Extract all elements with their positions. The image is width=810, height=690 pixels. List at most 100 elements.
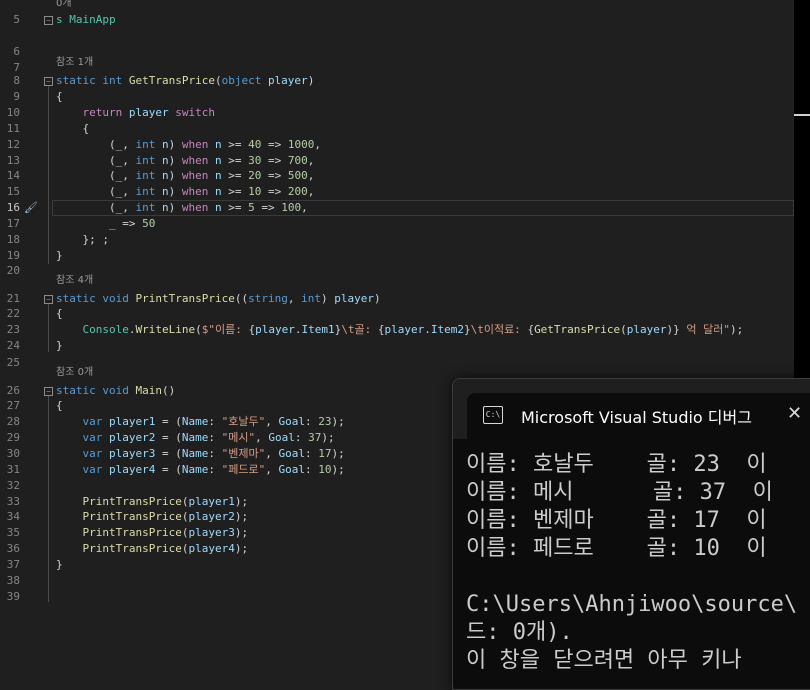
code-token: player3 xyxy=(188,526,235,539)
code-line[interactable]: 22 { xyxy=(0,306,810,322)
code-token: Name xyxy=(181,431,209,444)
code-line[interactable]: 19} xyxy=(0,248,810,264)
code-token: static xyxy=(56,384,103,397)
code-line[interactable]: 18 }; ; xyxy=(0,232,810,248)
code-token: PrintTransPrice xyxy=(82,495,182,508)
console-line: 이 창을 닫으려면 아무 키나 xyxy=(466,648,742,673)
line-number: 5 xyxy=(13,13,20,26)
code-token: "호날두" xyxy=(221,415,266,428)
code-token: 1000 xyxy=(287,138,315,151)
code-token: s MainApp xyxy=(56,13,116,26)
console-line: 이름: 메시 골: 37 이 xyxy=(466,480,773,505)
line-number: 10 xyxy=(6,106,20,119)
codelens-reference[interactable]: 참조 1개 xyxy=(56,57,93,69)
code-token: var xyxy=(82,431,109,444)
code-token: , xyxy=(265,447,279,460)
code-token: >= xyxy=(221,201,249,214)
code-line[interactable]: 23 Console.WriteLine($"이름: {player.Item1… xyxy=(0,322,810,338)
code-token: ); xyxy=(331,463,345,476)
line-number: 23 xyxy=(6,323,20,336)
code-line[interactable]: 14 (_, int n) when n >= 20 => 500, xyxy=(0,168,810,184)
code-line[interactable]: 17 _ => 50 xyxy=(0,216,810,232)
codelens-reference[interactable]: 참조 4개 xyxy=(56,275,93,287)
line-number: 15 xyxy=(6,185,20,198)
code-token: PrintTransPrice xyxy=(82,510,182,523)
code-token: 37 xyxy=(308,431,322,444)
code-token: Item2 xyxy=(430,323,464,336)
code-token: 200 xyxy=(287,185,308,198)
code-token: (_, xyxy=(56,138,136,151)
code-token: 억 달러" xyxy=(679,323,731,336)
console-tab[interactable]: C:\ Microsoft Visual Studio 디버그 ✕ xyxy=(467,393,810,439)
codelens-reference[interactable]: 참조 0개 xyxy=(56,367,93,379)
code-token: player xyxy=(255,323,295,336)
codelens-reference[interactable]: 0개 xyxy=(56,0,72,10)
code-line[interactable]: 6 xyxy=(0,44,810,60)
code-token: } xyxy=(463,323,471,336)
code-text: PrintTransPrice(player4); xyxy=(56,541,249,557)
code-token: ) xyxy=(168,185,182,198)
code-line[interactable]: 5 − s MainApp xyxy=(0,12,810,28)
code-line[interactable]: 21 − static void PrintTransPrice((string, … xyxy=(0,291,810,307)
code-token: player4 xyxy=(109,463,156,476)
code-token: { xyxy=(56,399,63,412)
code-token: int xyxy=(102,74,129,87)
code-line[interactable]: 13 (_, int n) when n >= 30 => 700, xyxy=(0,153,810,169)
code-token: int xyxy=(135,138,162,151)
code-line[interactable]: 9{ xyxy=(0,89,810,105)
code-token: = ( xyxy=(155,415,182,428)
code-token: string xyxy=(248,292,288,305)
collapse-icon[interactable]: − xyxy=(44,295,53,304)
line-number: 36 xyxy=(6,542,20,555)
code-token: (_, xyxy=(56,154,136,167)
code-text: (_, int n) when n >= 20 => 500, xyxy=(56,168,314,184)
terminal-icon: C:\ xyxy=(483,406,503,424)
collapse-icon[interactable]: − xyxy=(44,16,53,25)
code-token: object xyxy=(221,74,268,87)
debug-console-window[interactable]: C:\ Microsoft Visual Studio 디버그 ✕ 이름: 호날… xyxy=(452,378,810,690)
code-token: when xyxy=(181,154,215,167)
code-line[interactable]: 11 { xyxy=(0,121,810,137)
code-text: Console.WriteLine($"이름: {player.Item1}\t… xyxy=(56,322,744,338)
line-number: 11 xyxy=(6,122,20,135)
code-line[interactable]: 16 🖌 (_, int n) when n >= 5 => 100, xyxy=(0,200,810,216)
collapse-icon[interactable]: − xyxy=(44,387,53,396)
code-token: (( xyxy=(234,292,249,305)
line-number: 24 xyxy=(6,339,20,352)
code-token: >= xyxy=(221,138,249,151)
console-line: 드: 0개). xyxy=(466,620,573,645)
code-token: ); xyxy=(331,447,345,460)
code-token: Console xyxy=(82,323,129,336)
code-token: ); xyxy=(234,495,249,508)
collapse-icon[interactable]: − xyxy=(44,77,53,86)
code-line[interactable]: 15 (_, int n) when n >= 10 => 200, xyxy=(0,184,810,200)
code-line[interactable]: 20 xyxy=(0,263,810,279)
code-token: = ( xyxy=(155,447,182,460)
code-token: player2 xyxy=(188,510,235,523)
code-line[interactable]: 10 return player switch xyxy=(0,105,810,121)
code-token: { xyxy=(56,122,90,135)
code-token: >= xyxy=(221,169,249,182)
code-token: player3 xyxy=(109,447,156,460)
code-token: Goal xyxy=(278,415,305,428)
code-token: , xyxy=(287,292,302,305)
code-line[interactable]: 25 xyxy=(0,355,810,371)
code-token: player1 xyxy=(188,495,235,508)
quick-actions-icon[interactable]: 🖌 xyxy=(24,200,38,216)
code-token: "페드로" xyxy=(221,463,266,476)
code-token: >= xyxy=(221,185,249,198)
code-line[interactable]: 8 − static int GetTransPrice(object player… xyxy=(0,73,810,89)
code-token: ); xyxy=(234,542,249,555)
code-token: Main xyxy=(135,384,162,397)
editor-scrollbar[interactable] xyxy=(794,0,810,380)
code-token: ) xyxy=(320,292,335,305)
code-line[interactable]: 24} xyxy=(0,338,810,354)
code-token: when xyxy=(181,169,215,182)
code-token: , xyxy=(255,431,269,444)
code-line[interactable]: 12 (_, int n) when n >= 40 => 1000, xyxy=(0,137,810,153)
code-token: n xyxy=(161,154,169,167)
close-icon[interactable]: ✕ xyxy=(787,403,802,424)
code-text: PrintTransPrice(player1); xyxy=(56,494,249,510)
